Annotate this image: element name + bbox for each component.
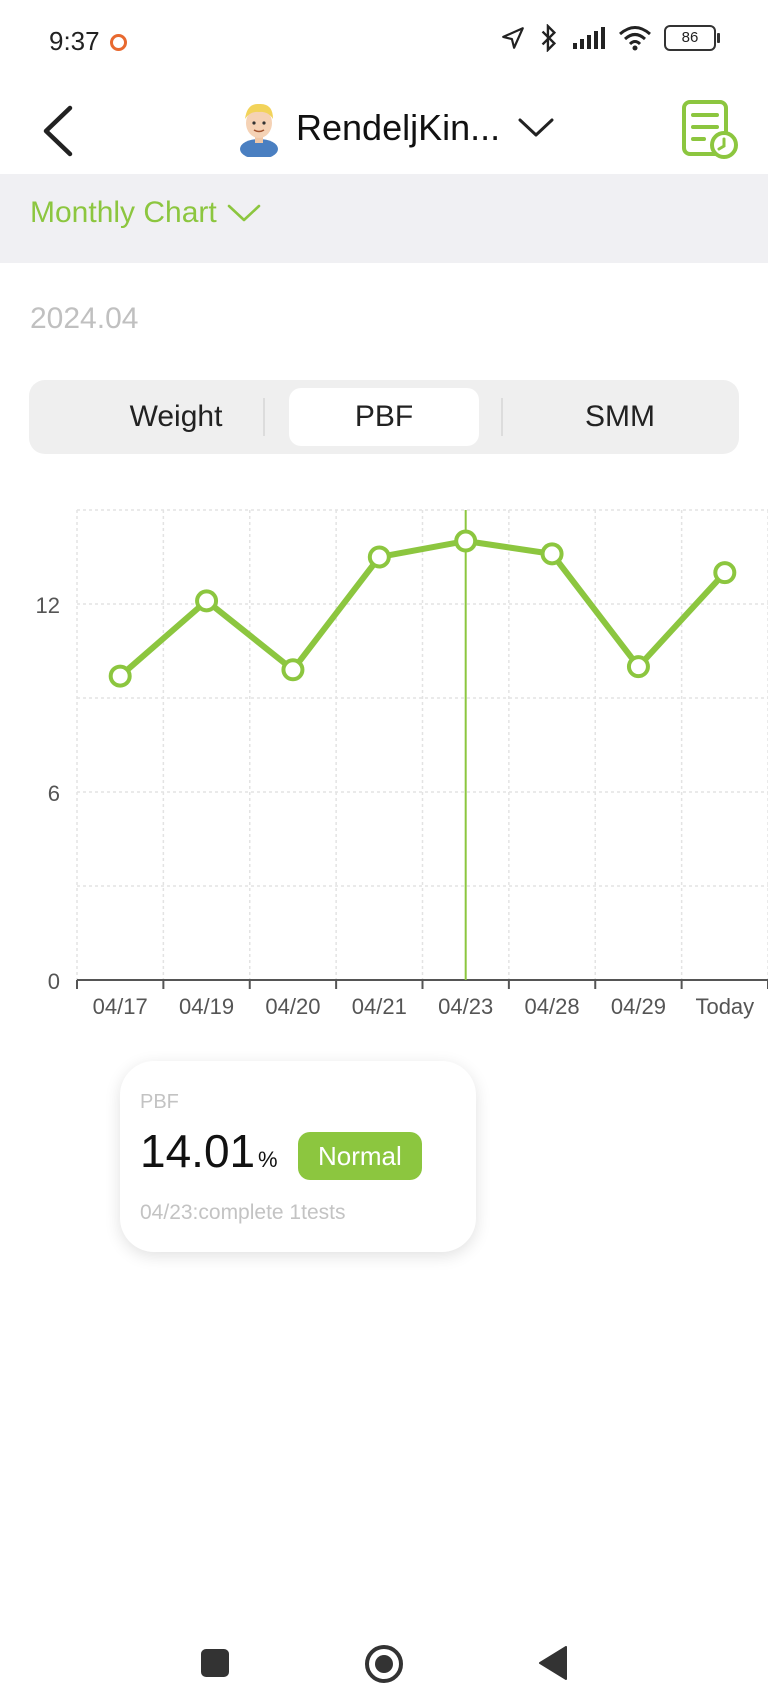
card-value: 14.01	[140, 1125, 256, 1177]
data-point[interactable]	[367, 545, 391, 569]
bluetooth-icon	[541, 24, 557, 52]
status-time: 9:37	[49, 26, 100, 56]
tab-divider	[263, 398, 265, 436]
square-nav-icon	[201, 1649, 229, 1677]
data-point[interactable]	[195, 589, 219, 613]
x-tick-label: 04/23	[438, 994, 493, 1019]
home-button[interactable]	[364, 1644, 404, 1689]
y-tick-label: 6	[48, 781, 60, 806]
status-bar: 9:37 86	[0, 0, 768, 84]
notification-dot-icon	[110, 34, 127, 51]
data-point[interactable]	[454, 529, 478, 553]
status-badge: Normal	[298, 1132, 422, 1180]
x-tick-label: Today	[695, 994, 754, 1019]
x-tick-label: 04/20	[265, 994, 320, 1019]
measurement-card: PBF 14.01 % Normal 04/23:complete 1tests	[120, 1061, 476, 1252]
tab-smm[interactable]: SMM	[525, 388, 715, 446]
avatar-icon	[240, 103, 278, 157]
x-tick-label: 04/19	[179, 994, 234, 1019]
metric-tabs: Weight PBF SMM	[29, 380, 739, 454]
battery-indicator: 86	[664, 25, 720, 51]
card-metric-label: PBF	[140, 1091, 179, 1113]
month-label: 2024.04	[30, 302, 139, 335]
profile-name: RendeljKin...	[296, 107, 501, 148]
profile-selector[interactable]: RendeljKin...	[236, 96, 554, 160]
data-point[interactable]	[713, 561, 737, 585]
signal-icon	[573, 27, 605, 49]
location-icon	[502, 27, 524, 49]
triangle-back-icon	[539, 1646, 567, 1680]
data-point[interactable]	[108, 664, 132, 688]
card-note: 04/23:complete 1tests	[140, 1201, 346, 1224]
data-point[interactable]	[540, 542, 564, 566]
x-tick-label: 04/21	[352, 994, 407, 1019]
back-button[interactable]	[36, 104, 86, 158]
chart-type-bar: Monthly Chart	[0, 174, 768, 263]
chevron-down-icon	[518, 118, 554, 137]
back-arrow-icon	[43, 105, 73, 157]
y-tick-label: 12	[36, 593, 60, 618]
home-circle-icon	[365, 1645, 403, 1683]
x-tick-label: 04/29	[611, 994, 666, 1019]
chevron-down-icon	[227, 204, 261, 222]
data-point[interactable]	[281, 658, 305, 682]
pbf-line-chart[interactable]: 0 6 12 04/17 04/19 04/20 04/21 04/23 04/28 04/29 T…	[0, 490, 768, 1030]
x-tick-label: 04/28	[525, 994, 580, 1019]
report-history-button[interactable]	[680, 100, 740, 160]
tab-weight[interactable]: Weight	[81, 388, 271, 446]
wifi-icon	[619, 26, 651, 51]
card-unit: %	[258, 1147, 278, 1172]
status-icons: 86	[500, 24, 720, 52]
y-tick-label: 0	[48, 969, 60, 994]
data-point[interactable]	[626, 655, 650, 679]
x-tick-label: 04/17	[93, 994, 148, 1019]
chart-type-label: Monthly Chart	[30, 196, 217, 229]
recent-apps-button[interactable]	[200, 1648, 230, 1683]
header: RendeljKin...	[0, 84, 768, 174]
report-history-icon	[682, 100, 738, 159]
chart-type-dropdown[interactable]: Monthly Chart	[30, 196, 261, 230]
tab-pbf[interactable]: PBF	[289, 388, 479, 446]
tab-divider	[501, 398, 503, 436]
system-nav-bar	[0, 1620, 768, 1706]
back-nav-button[interactable]	[538, 1646, 568, 1685]
